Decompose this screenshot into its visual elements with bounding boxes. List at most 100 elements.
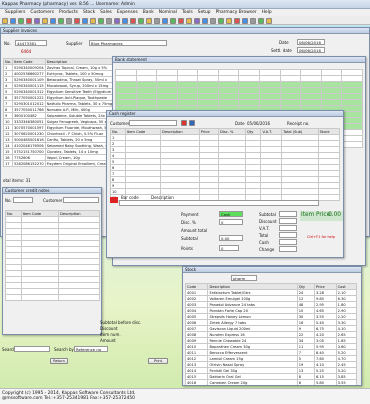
menu-item-tools[interactable]: Tools <box>182 10 193 15</box>
subtotal-left-field[interactable]: 0.00 <box>219 235 243 241</box>
toolbar-button-icon[interactable] <box>210 17 216 24</box>
menu-item-bank[interactable]: Bank <box>143 10 154 15</box>
toolbar-button-icon[interactable] <box>202 17 208 24</box>
barcode-input[interactable] <box>119 200 319 206</box>
menu-item-customers[interactable]: Customers <box>30 10 54 15</box>
subtotal2-field[interactable] <box>279 211 297 217</box>
barcode-indicator <box>110 197 118 203</box>
table-cell: 17 <box>3 160 13 167</box>
toolbar-button-icon[interactable] <box>194 17 200 24</box>
credit-no-label: No. <box>5 198 12 203</box>
toolbar-button-icon[interactable] <box>258 17 264 24</box>
toolbar-button-icon[interactable] <box>42 17 48 24</box>
supplier-field[interactable]: Blue Pharmacies <box>89 40 167 46</box>
payment-field[interactable]: Cash <box>219 211 243 217</box>
red-icon[interactable] <box>181 120 187 126</box>
settl-date-label: Settl. date <box>271 48 292 53</box>
toolbar-button-icon[interactable] <box>242 17 248 24</box>
change-field[interactable] <box>279 246 297 252</box>
menu-item-stock[interactable]: Stock <box>83 10 95 15</box>
menu-item-suppliers[interactable]: Suppliers <box>5 10 25 15</box>
toolbar-button-icon[interactable] <box>170 17 176 24</box>
stock-window-title: Stock <box>183 267 361 273</box>
payment-label: Payment <box>181 212 199 217</box>
table-cell: 6 <box>296 379 315 385</box>
invoice-id: 6464 <box>21 49 32 54</box>
bank-window-title: Bank statement <box>113 57 365 63</box>
print-button[interactable]: Print <box>148 358 168 364</box>
toolbar-button-icon[interactable] <box>138 17 144 24</box>
settl-date-field[interactable]: 06/06/2016 <box>297 47 325 53</box>
credit-itemnum-label: Item num. <box>100 332 121 337</box>
toolbar-button-icon[interactable] <box>122 17 128 24</box>
return-button[interactable]: Return <box>50 358 68 364</box>
app-title-bar: Kappas Pharmacy (pharmacy) ver. 8.56 ...… <box>0 0 370 9</box>
discount-field[interactable] <box>279 218 297 224</box>
credit-customer-label: Customer <box>43 198 63 203</box>
toolbar-button-icon[interactable] <box>146 17 152 24</box>
subtotal-label: Subtotal <box>181 236 198 241</box>
menu-item-expenses[interactable]: Expenses <box>117 10 138 15</box>
points-field[interactable]: 0 <box>219 245 239 251</box>
cr-customer-field[interactable] <box>129 120 177 126</box>
toolbar-button-icon[interactable] <box>226 17 232 24</box>
credit-customer-field[interactable] <box>63 197 99 203</box>
toolbar-button-icon[interactable] <box>18 17 24 24</box>
search-input[interactable] <box>14 346 50 352</box>
toolbar-button-icon[interactable] <box>2 17 8 24</box>
cash-register-window: Cash register Customer Date 05/06/2016 R… <box>106 110 344 258</box>
toolbar-button-icon[interactable] <box>10 17 16 24</box>
table-row[interactable]: 4016 Canesten Cream 20g 6 5.80 3.55 <box>184 379 358 385</box>
total-label: Total <box>259 233 269 238</box>
menu-item-help[interactable]: Help <box>262 10 272 15</box>
toolbar-button-icon[interactable] <box>162 17 168 24</box>
toolbar-button-icon[interactable] <box>218 17 224 24</box>
menu-item-products[interactable]: Products <box>59 10 78 15</box>
toolbar-button-icon[interactable] <box>26 17 32 24</box>
cr-date-label: Date <box>235 121 245 126</box>
cash-field[interactable] <box>279 239 297 245</box>
toolbar-button-icon[interactable] <box>250 17 256 24</box>
toolbar-button-icon[interactable] <box>58 17 64 24</box>
item-price-panel: Item Price: 0.00 <box>300 211 343 221</box>
toolbar-button-icon[interactable] <box>154 17 160 24</box>
menu-item-nominal[interactable]: Nominal <box>159 10 177 15</box>
toolbar-button-icon[interactable] <box>74 17 80 24</box>
table-cell: 5.80 <box>313 379 337 385</box>
toolbar-button-icon[interactable] <box>186 17 192 24</box>
credit-no-field[interactable] <box>13 197 33 203</box>
date-field[interactable]: 06/06/2016 <box>297 39 325 45</box>
toolbar-button-icon[interactable] <box>66 17 72 24</box>
stock-window: Stock pharm Code Description Qty Price Cost … <box>182 266 362 386</box>
table-row[interactable]: 17 5282086152270 Fixydem Original Emollien… <box>3 160 119 167</box>
toolbar-button-icon[interactable] <box>266 17 272 24</box>
toolbar-button-icon[interactable] <box>106 17 112 24</box>
toolbar-button-icon[interactable] <box>234 17 240 24</box>
credit-items-table: No. Item Code Description <box>5 210 100 301</box>
toolbar-button-icon[interactable] <box>98 17 104 24</box>
toolbar-button-icon[interactable] <box>34 17 40 24</box>
toolbar-button-icon[interactable] <box>82 17 88 24</box>
invoice-no-field[interactable]: 44473361 <box>15 40 47 46</box>
menu-item-setup[interactable]: Setup <box>198 10 211 15</box>
cr-disc-field[interactable]: 0 <box>219 219 243 225</box>
toolbar-button-icon[interactable] <box>114 17 120 24</box>
credit-discount-label: Discount <box>100 326 118 331</box>
toolbar-button-icon[interactable] <box>90 17 96 24</box>
vat-field[interactable] <box>279 225 297 231</box>
menu-item-pharmacy-browser[interactable]: Pharmacy Browser <box>216 10 257 15</box>
stock-search-input[interactable]: pharm <box>231 275 257 281</box>
stock-table: Code Description Qty Price Cost 4001 Enfalact… <box>184 283 358 385</box>
toolbar-button-icon[interactable] <box>130 17 136 24</box>
cr-customer-label: Customer <box>110 121 130 126</box>
table-row[interactable] <box>5 294 100 301</box>
blue-icon[interactable] <box>189 120 195 126</box>
table-cell: 3.55 <box>335 379 358 385</box>
search-by-label: Search by <box>54 347 74 352</box>
search-by-select[interactable]: Reference no <box>74 346 108 352</box>
toolbar-button-icon[interactable] <box>178 17 184 24</box>
total-field[interactable] <box>279 232 297 238</box>
menu-item-sales[interactable]: Sales <box>100 10 112 15</box>
toolbar-button-icon[interactable] <box>50 17 56 24</box>
table-cell <box>317 194 341 201</box>
